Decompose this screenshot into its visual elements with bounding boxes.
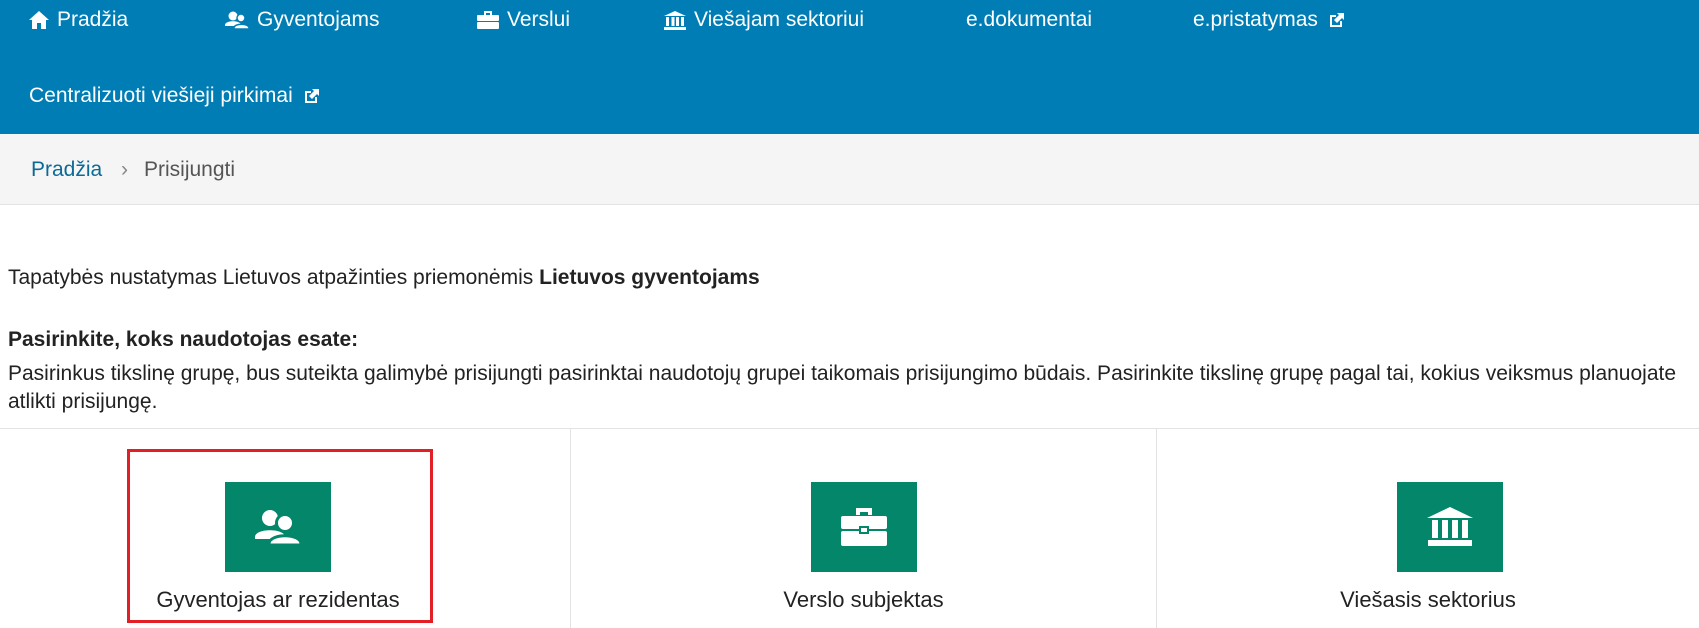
nav-item-viesajam-sektoriui[interactable]: Viešajam sektoriui bbox=[664, 8, 864, 32]
card-label: Gyventojas ar rezidentas bbox=[156, 587, 400, 612]
nav-item-label: e.pristatymas bbox=[1193, 8, 1318, 31]
choose-user-type-title: Pasirinkite, koks naudotojas esate: bbox=[8, 328, 359, 351]
card-business[interactable]: Verslo subjektas bbox=[570, 429, 1156, 628]
nav-item-gyventojams[interactable]: Gyventojams bbox=[225, 8, 380, 32]
external-link-icon bbox=[304, 89, 319, 103]
nav-item-centralizuoti-pirkimai[interactable]: Centralizuoti viešieji pirkimai bbox=[29, 84, 321, 108]
card-label: Viešasis sektorius bbox=[1340, 587, 1516, 612]
nav-item-pradzia[interactable]: Pradžia bbox=[29, 8, 128, 32]
choose-user-type-description: Pasirinkus tikslinę grupę, bus suteikta … bbox=[8, 362, 1677, 413]
nav-item-verslui[interactable]: Verslui bbox=[477, 8, 570, 32]
breadcrumb: Pradžia › Prisijungti bbox=[0, 134, 1699, 205]
breadcrumb-current: Prisijungti bbox=[144, 158, 236, 181]
card-public-sector[interactable]: Viešasis sektorius bbox=[1156, 429, 1699, 628]
external-link-icon bbox=[1329, 13, 1344, 27]
nav-item-e-dokumentai[interactable]: e.dokumentai bbox=[966, 8, 1092, 32]
nav-item-label: Pradžia bbox=[57, 8, 129, 31]
card-resident[interactable]: Gyventojas ar rezidentas bbox=[0, 429, 570, 628]
top-navigation: Pradžia Gyventojams Verslui Viešajam sek… bbox=[0, 0, 1699, 134]
user-type-cards: Gyventojas ar rezidentas Verslo subjekta… bbox=[0, 428, 1699, 628]
card-label: Verslo subjektas bbox=[783, 587, 944, 612]
users-icon bbox=[225, 11, 249, 29]
briefcase-icon bbox=[477, 11, 499, 29]
intro-text-bold: Lietuvos gyventojams bbox=[539, 266, 760, 289]
intro-text: Tapatybės nustatymas Lietuvos atpažintie… bbox=[8, 266, 760, 290]
nav-item-e-pristatymas[interactable]: e.pristatymas bbox=[1193, 8, 1346, 32]
intro-text-main: Tapatybės nustatymas Lietuvos atpažintie… bbox=[8, 266, 534, 289]
nav-item-label: Viešajam sektoriui bbox=[694, 8, 865, 31]
chevron-right-icon: › bbox=[121, 158, 128, 181]
briefcase-icon bbox=[811, 482, 917, 572]
bank-icon bbox=[1397, 482, 1503, 572]
nav-item-label: Gyventojams bbox=[257, 8, 380, 31]
nav-item-label: e.dokumentai bbox=[966, 8, 1093, 31]
users-icon bbox=[225, 482, 331, 572]
bank-icon bbox=[664, 10, 686, 30]
home-icon bbox=[29, 11, 49, 29]
nav-item-label: Centralizuoti viešieji pirkimai bbox=[29, 84, 293, 107]
breadcrumb-home-link[interactable]: Pradžia bbox=[31, 158, 102, 182]
nav-item-label: Verslui bbox=[507, 8, 571, 31]
